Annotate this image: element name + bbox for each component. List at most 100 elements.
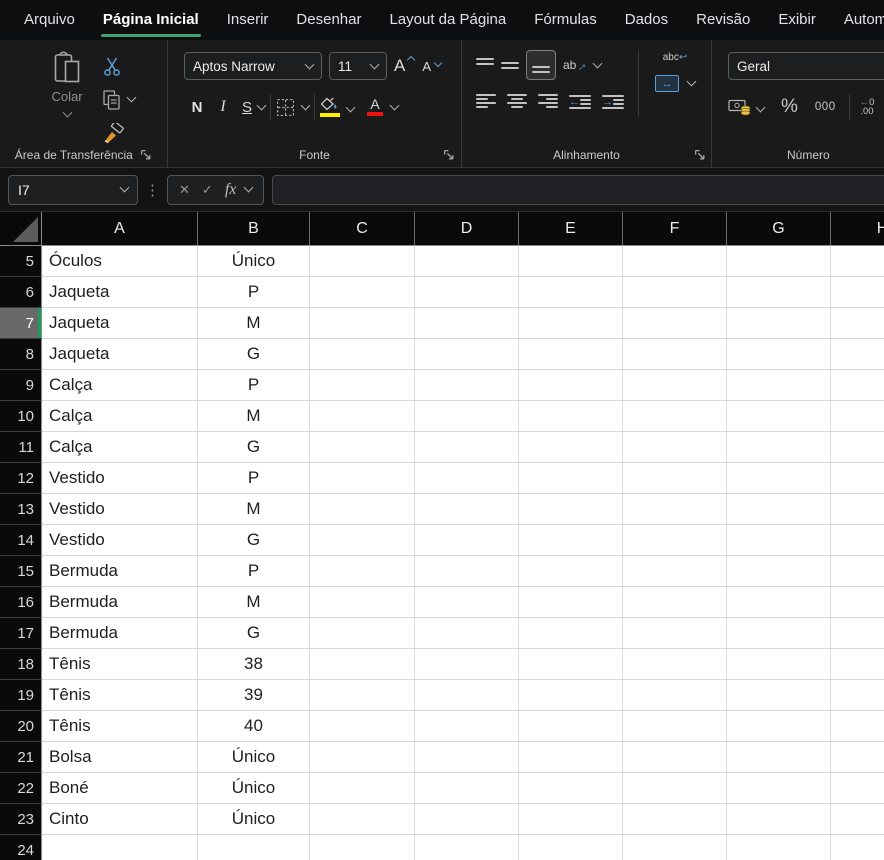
percent-style-button[interactable]: % — [781, 96, 798, 118]
underline-button[interactable]: S — [236, 99, 258, 116]
cell-F19[interactable] — [623, 680, 727, 711]
cell-H8[interactable] — [831, 339, 884, 370]
row-header-6[interactable]: 6 — [0, 277, 42, 308]
cell-C17[interactable] — [310, 618, 415, 649]
insert-function-button[interactable]: fx — [225, 181, 237, 199]
align-center-button[interactable] — [507, 94, 527, 110]
font-size-combo[interactable]: 11 — [329, 52, 387, 80]
row-header-19[interactable]: 19 — [0, 680, 42, 711]
underline-chevron-icon[interactable] — [256, 100, 267, 110]
align-middle-button[interactable] — [501, 58, 519, 73]
cell-E15[interactable] — [519, 556, 623, 587]
cell-G18[interactable] — [727, 649, 831, 680]
row-header-24[interactable]: 24 — [0, 835, 42, 860]
cell-E17[interactable] — [519, 618, 623, 649]
cell-A12[interactable]: Vestido — [42, 463, 198, 494]
cell-G12[interactable] — [727, 463, 831, 494]
number-format-combo[interactable]: Geral — [728, 52, 884, 80]
row-header-17[interactable]: 17 — [0, 618, 42, 649]
cell-C22[interactable] — [310, 773, 415, 804]
cell-A6[interactable]: Jaqueta — [42, 277, 198, 308]
cell-G15[interactable] — [727, 556, 831, 587]
clipboard-dialog-launcher-icon[interactable] — [140, 149, 152, 161]
col-header-E[interactable]: E — [519, 212, 623, 245]
cell-H7[interactable] — [831, 308, 884, 339]
cell-H10[interactable] — [831, 401, 884, 432]
cell-D11[interactable] — [415, 432, 519, 463]
cell-F13[interactable] — [623, 494, 727, 525]
cell-C21[interactable] — [310, 742, 415, 773]
comma-style-button[interactable]: 000 — [815, 101, 836, 113]
merge-chevron-icon[interactable] — [686, 76, 697, 87]
cell-F7[interactable] — [623, 308, 727, 339]
cell-F12[interactable] — [623, 463, 727, 494]
cell-A5[interactable]: Óculos — [42, 246, 198, 277]
tab-fórmulas[interactable]: Fórmulas — [520, 0, 611, 40]
tab-layout-da-página[interactable]: Layout da Página — [375, 0, 520, 40]
cell-E21[interactable] — [519, 742, 623, 773]
cell-A11[interactable]: Calça — [42, 432, 198, 463]
cell-C23[interactable] — [310, 804, 415, 835]
accounting-format-button[interactable] — [728, 98, 752, 116]
cell-H24[interactable] — [831, 835, 884, 860]
cell-A18[interactable]: Tênis — [42, 649, 198, 680]
cell-H14[interactable] — [831, 525, 884, 556]
tab-página-inicial[interactable]: Página Inicial — [89, 0, 213, 40]
col-header-C[interactable]: C — [310, 212, 415, 245]
cell-F5[interactable] — [623, 246, 727, 277]
align-left-button[interactable] — [476, 94, 496, 110]
cell-A7[interactable]: Jaqueta — [42, 308, 198, 339]
fill-color-button[interactable] — [320, 97, 340, 117]
cell-E20[interactable] — [519, 711, 623, 742]
cell-D14[interactable] — [415, 525, 519, 556]
cell-G9[interactable] — [727, 370, 831, 401]
cell-E22[interactable] — [519, 773, 623, 804]
cell-C16[interactable] — [310, 587, 415, 618]
cell-D5[interactable] — [415, 246, 519, 277]
cell-B20[interactable]: 40 — [198, 711, 310, 742]
orientation-chevron-icon[interactable] — [592, 58, 603, 68]
font-name-combo[interactable]: Aptos Narrow — [184, 52, 322, 80]
cell-A17[interactable]: Bermuda — [42, 618, 198, 649]
cell-A13[interactable]: Vestido — [42, 494, 198, 525]
cell-B13[interactable]: M — [198, 494, 310, 525]
decrease-font-size-button[interactable]: A — [422, 58, 443, 74]
col-header-B[interactable]: B — [198, 212, 310, 245]
cell-B21[interactable]: Único — [198, 742, 310, 773]
cut-button[interactable] — [102, 56, 122, 77]
copy-chevron-icon[interactable] — [126, 92, 137, 103]
cell-B19[interactable]: 39 — [198, 680, 310, 711]
name-box-chevron-icon[interactable] — [119, 182, 130, 193]
copy-button[interactable] — [102, 89, 122, 111]
wrap-text-button[interactable]: ab c ↩ — [655, 53, 695, 63]
cell-E18[interactable] — [519, 649, 623, 680]
cell-D9[interactable] — [415, 370, 519, 401]
cell-E24[interactable] — [519, 835, 623, 860]
cell-E7[interactable] — [519, 308, 623, 339]
cell-G24[interactable] — [727, 835, 831, 860]
cell-D17[interactable] — [415, 618, 519, 649]
cell-B23[interactable]: Único — [198, 804, 310, 835]
cell-C24[interactable] — [310, 835, 415, 860]
cell-A15[interactable]: Bermuda — [42, 556, 198, 587]
enter-button[interactable]: ✓ — [202, 182, 213, 198]
row-header-23[interactable]: 23 — [0, 804, 42, 835]
cell-H9[interactable] — [831, 370, 884, 401]
cell-G6[interactable] — [727, 277, 831, 308]
cell-F8[interactable] — [623, 339, 727, 370]
cell-F6[interactable] — [623, 277, 727, 308]
accounting-chevron-icon[interactable] — [755, 102, 766, 112]
italic-button[interactable]: I — [210, 98, 236, 116]
col-header-G[interactable]: G — [727, 212, 831, 245]
merge-center-button[interactable]: ↔ — [655, 75, 679, 92]
row-header-9[interactable]: 9 — [0, 370, 42, 401]
cell-H19[interactable] — [831, 680, 884, 711]
row-header-21[interactable]: 21 — [0, 742, 42, 773]
font-color-button[interactable]: A — [367, 97, 383, 116]
format-painter-button[interactable] — [102, 122, 124, 143]
cell-B15[interactable]: P — [198, 556, 310, 587]
tab-revisão[interactable]: Revisão — [682, 0, 764, 40]
row-header-22[interactable]: 22 — [0, 773, 42, 804]
col-header-D[interactable]: D — [415, 212, 519, 245]
cancel-button[interactable]: ✕ — [179, 182, 190, 198]
